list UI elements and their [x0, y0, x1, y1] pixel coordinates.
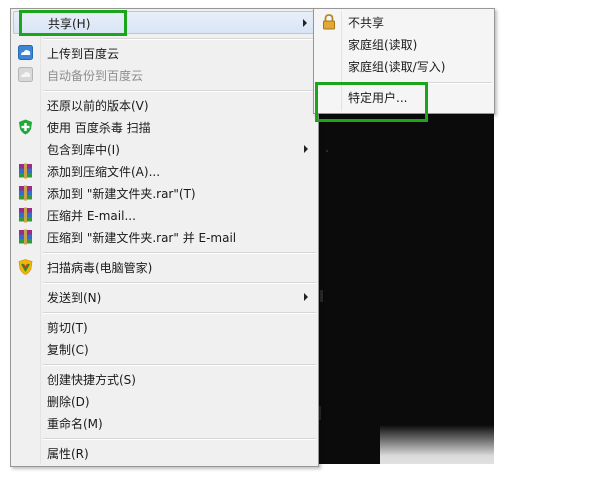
menu-item-compress-to-rar-and-email[interactable]: 压缩到 "新建文件夹.rar" 并 E-mail: [13, 226, 316, 247]
menu-item-label: 属性(R): [47, 447, 89, 461]
menu-item-label: 扫描病毒(电脑管家): [47, 261, 153, 275]
menu-item-label: 自动备份到百度云: [47, 69, 144, 83]
menu-item-label: 发送到(N): [47, 291, 102, 305]
cloud-upload-icon: [17, 44, 34, 61]
menu-item-rename[interactable]: 重命名(M): [13, 412, 316, 433]
menu-item-add-to-named-rar[interactable]: 添加到 "新建文件夹.rar"(T): [13, 182, 316, 203]
menu-item-delete[interactable]: 删除(D): [13, 390, 316, 411]
lock-icon: [320, 13, 337, 30]
winrar-icon: [17, 162, 34, 179]
submenu-arrow-icon: [304, 145, 308, 153]
tencent-shield-icon: [17, 258, 34, 275]
menu-item-label: 还原以前的版本(V): [47, 99, 149, 113]
menu-item-label: 剪切(T): [47, 321, 88, 335]
menu-item-label: 压缩到 "新建文件夹.rar" 并 E-mail: [47, 231, 237, 245]
cloud-backup-icon: [17, 66, 34, 83]
menu-item-label: 使用 百度杀毒 扫描: [47, 121, 151, 135]
watermark-fade-overlay: [380, 425, 594, 502]
menu-item-label: 压缩并 E-mail...: [47, 209, 136, 223]
menu-item-scan-virus-pc-manager[interactable]: 扫描病毒(电脑管家): [13, 256, 316, 277]
menu-item-label: 重命名(M): [47, 417, 103, 431]
menu-separator: [43, 312, 316, 314]
menu-separator: [43, 438, 316, 440]
context-menu: 共享(H) 上传到百度云 自动备份到百度云 还原以前的版本(V) 使用 百度杀毒…: [10, 8, 319, 467]
winrar-icon: [17, 184, 34, 201]
submenu-item-homegroup-read-write[interactable]: 家庭组(读取/写入): [316, 55, 492, 76]
submenu-arrow-icon: [303, 19, 307, 27]
submenu-item-label: 不共享: [348, 16, 385, 30]
submenu-item-homegroup-read[interactable]: 家庭组(读取): [316, 33, 492, 54]
menu-item-send-to[interactable]: 发送到(N): [13, 286, 316, 307]
menu-item-baidu-antivirus-scan[interactable]: 使用 百度杀毒 扫描: [13, 116, 316, 137]
menu-item-include-in-library[interactable]: 包含到库中(I): [13, 138, 316, 159]
menu-item-upload-baidu-cloud[interactable]: 上传到百度云: [13, 42, 316, 63]
menu-item-label: 上传到百度云: [47, 47, 120, 61]
menu-item-create-shortcut[interactable]: 创建快捷方式(S): [13, 368, 316, 389]
desktop-dark-background: [318, 110, 494, 464]
menu-item-compress-and-email[interactable]: 压缩并 E-mail...: [13, 204, 316, 225]
menu-item-label: 删除(D): [47, 395, 90, 409]
highlight-box-specific-people: [315, 82, 428, 122]
highlight-box-share: [19, 10, 127, 36]
menu-item-label: 添加到压缩文件(A)...: [47, 165, 161, 179]
menu-separator: [43, 252, 316, 254]
submenu-item-no-share[interactable]: 不共享: [316, 11, 492, 32]
submenu-item-label: 家庭组(读取): [348, 38, 418, 52]
menu-item-copy[interactable]: 复制(C): [13, 338, 316, 359]
menu-item-properties[interactable]: 属性(R): [13, 442, 316, 463]
shield-plus-icon: [17, 118, 34, 135]
menu-item-add-to-archive[interactable]: 添加到压缩文件(A)...: [13, 160, 316, 181]
menu-item-label: 复制(C): [47, 343, 89, 357]
menu-separator: [43, 282, 316, 284]
submenu-item-label: 家庭组(读取/写入): [348, 60, 446, 74]
menu-item-restore-previous-versions[interactable]: 还原以前的版本(V): [13, 94, 316, 115]
menu-item-label: 包含到库中(I): [47, 143, 120, 157]
menu-separator: [43, 364, 316, 366]
menu-separator: [43, 90, 316, 92]
menu-item-cut[interactable]: 剪切(T): [13, 316, 316, 337]
winrar-icon: [17, 228, 34, 245]
menu-separator: [43, 38, 316, 40]
menu-item-auto-backup-baidu-cloud: 自动备份到百度云: [13, 64, 316, 85]
menu-item-label: 创建快捷方式(S): [47, 373, 136, 387]
submenu-arrow-icon: [304, 293, 308, 301]
winrar-icon: [17, 206, 34, 223]
menu-item-label: 添加到 "新建文件夹.rar"(T): [47, 187, 196, 201]
